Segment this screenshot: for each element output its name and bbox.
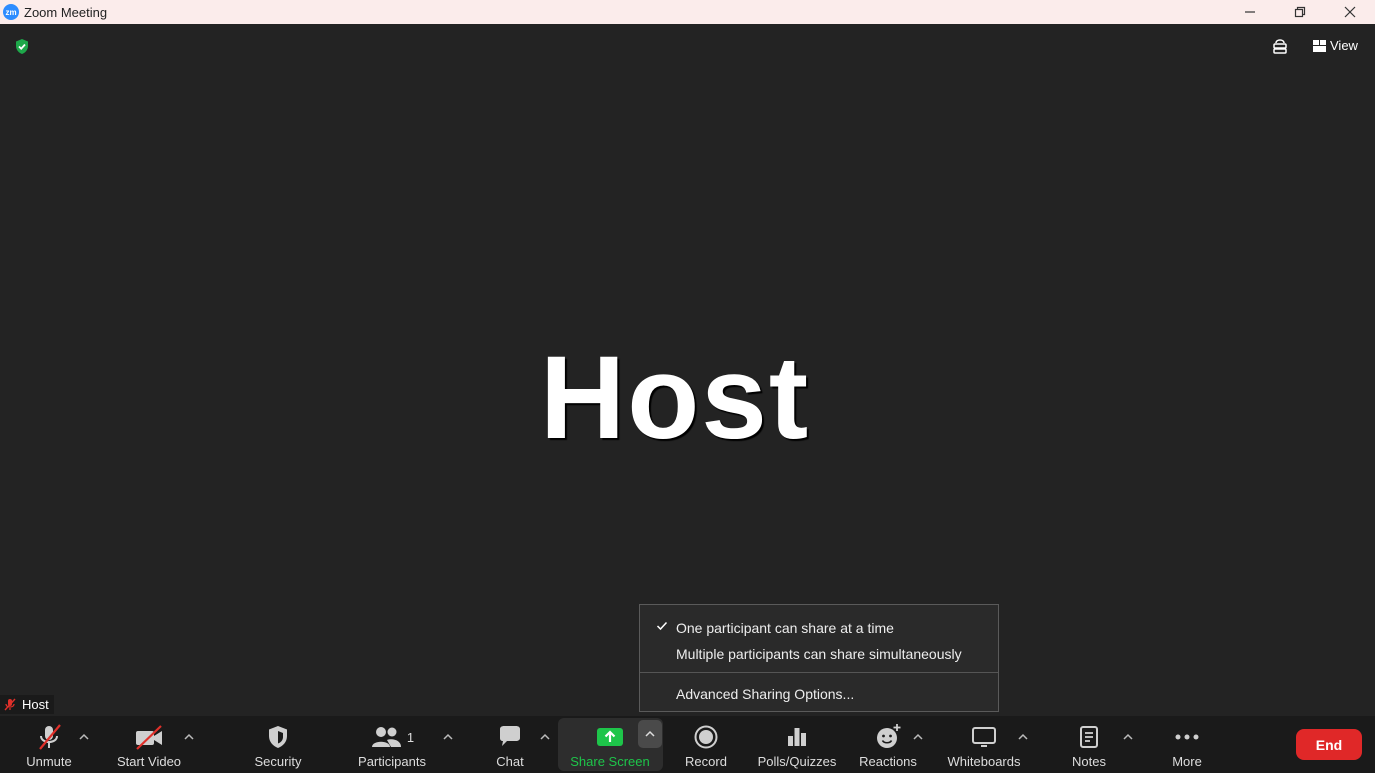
share-options-caret[interactable] xyxy=(638,720,662,748)
chat-label: Chat xyxy=(496,754,524,769)
unmute-button[interactable]: Unmute xyxy=(18,716,80,773)
check-icon xyxy=(656,621,668,631)
minimize-button[interactable] xyxy=(1225,0,1275,24)
name-tag-text: Host xyxy=(22,697,49,712)
audio-options-caret[interactable] xyxy=(78,728,90,746)
title-bar: zm Zoom Meeting xyxy=(0,0,1375,24)
participants-count: 1 xyxy=(406,729,415,745)
menu-item-one-participant[interactable]: One participant can share at a time xyxy=(676,620,894,636)
chevron-up-icon xyxy=(1123,733,1133,740)
whiteboards-button[interactable]: Whiteboards xyxy=(940,716,1028,773)
chat-options-caret[interactable] xyxy=(539,728,551,746)
chevron-up-icon xyxy=(1018,733,1028,740)
participant-name-tag: Host xyxy=(0,695,54,714)
notes-label: Notes xyxy=(1072,754,1106,769)
record-button[interactable]: Record xyxy=(678,716,734,773)
whiteboards-options-caret[interactable] xyxy=(1017,728,1029,746)
notes-button[interactable]: Notes xyxy=(1062,716,1116,773)
restore-icon xyxy=(1294,6,1306,18)
menu-item-multiple-participants[interactable]: Multiple participants can share simultan… xyxy=(676,646,962,662)
immersive-view-icon[interactable] xyxy=(1271,37,1289,60)
window-controls xyxy=(1225,0,1375,24)
chat-bubble-icon xyxy=(500,726,520,746)
chevron-up-icon xyxy=(913,733,923,740)
start-video-label: Start Video xyxy=(116,754,182,769)
whiteboards-label: Whiteboards xyxy=(947,754,1021,769)
start-video-button[interactable]: Start Video xyxy=(112,716,186,773)
polls-label: Polls/Quizzes xyxy=(757,754,837,769)
reactions-options-caret[interactable] xyxy=(912,728,924,746)
menu-divider xyxy=(640,672,998,673)
video-off-icon xyxy=(136,725,162,750)
chevron-up-icon xyxy=(540,733,550,740)
smiley-icon xyxy=(877,724,901,748)
chevron-up-icon xyxy=(645,730,655,737)
zoom-logo-icon: zm xyxy=(3,4,19,20)
view-label: View xyxy=(1330,38,1358,53)
security-button[interactable]: Security xyxy=(248,716,308,773)
view-button[interactable]: View xyxy=(1313,38,1358,53)
chevron-up-icon xyxy=(79,733,89,740)
close-icon xyxy=(1344,6,1356,18)
share-screen-icon xyxy=(597,728,623,746)
end-meeting-button[interactable]: End xyxy=(1296,729,1362,760)
polls-button[interactable]: Polls/Quizzes xyxy=(752,716,842,773)
muted-mic-icon xyxy=(4,698,16,711)
more-label: More xyxy=(1172,754,1202,769)
security-shield-icon xyxy=(269,726,287,748)
muted-mic-icon xyxy=(39,724,61,750)
restore-button[interactable] xyxy=(1275,0,1325,24)
notes-icon xyxy=(1080,726,1098,748)
close-button[interactable] xyxy=(1325,0,1375,24)
more-dots-icon xyxy=(1175,734,1199,740)
record-icon xyxy=(694,725,718,749)
record-label: Record xyxy=(685,754,727,769)
unmute-label: Unmute xyxy=(26,754,72,769)
security-label: Security xyxy=(254,754,302,769)
notes-options-caret[interactable] xyxy=(1122,728,1134,746)
participants-icon xyxy=(371,727,401,747)
bar-chart-icon xyxy=(788,728,806,746)
video-options-caret[interactable] xyxy=(183,728,195,746)
grid-icon xyxy=(1313,39,1326,52)
reactions-label: Reactions xyxy=(859,754,917,769)
chevron-up-icon xyxy=(443,733,453,740)
chat-button[interactable]: Chat xyxy=(488,716,532,773)
chevron-up-icon xyxy=(184,733,194,740)
share-screen-label: Share Screen xyxy=(570,754,650,769)
menu-item-advanced-sharing[interactable]: Advanced Sharing Options... xyxy=(676,686,854,702)
whiteboard-icon xyxy=(972,727,996,747)
participant-name-display: Host xyxy=(540,332,811,464)
reactions-button[interactable]: Reactions xyxy=(856,716,920,773)
minimize-icon xyxy=(1245,11,1255,13)
window-title: Zoom Meeting xyxy=(24,4,108,20)
participants-button[interactable]: 1 Participants xyxy=(352,716,432,773)
meeting-toolbar: Unmute Start Video Security 1 Participan… xyxy=(0,716,1375,773)
more-button[interactable]: More xyxy=(1160,716,1214,773)
encryption-shield-icon[interactable] xyxy=(14,38,30,60)
participants-label: Participants xyxy=(358,754,426,769)
share-options-menu: One participant can share at a time Mult… xyxy=(639,604,999,712)
participants-options-caret[interactable] xyxy=(442,728,454,746)
